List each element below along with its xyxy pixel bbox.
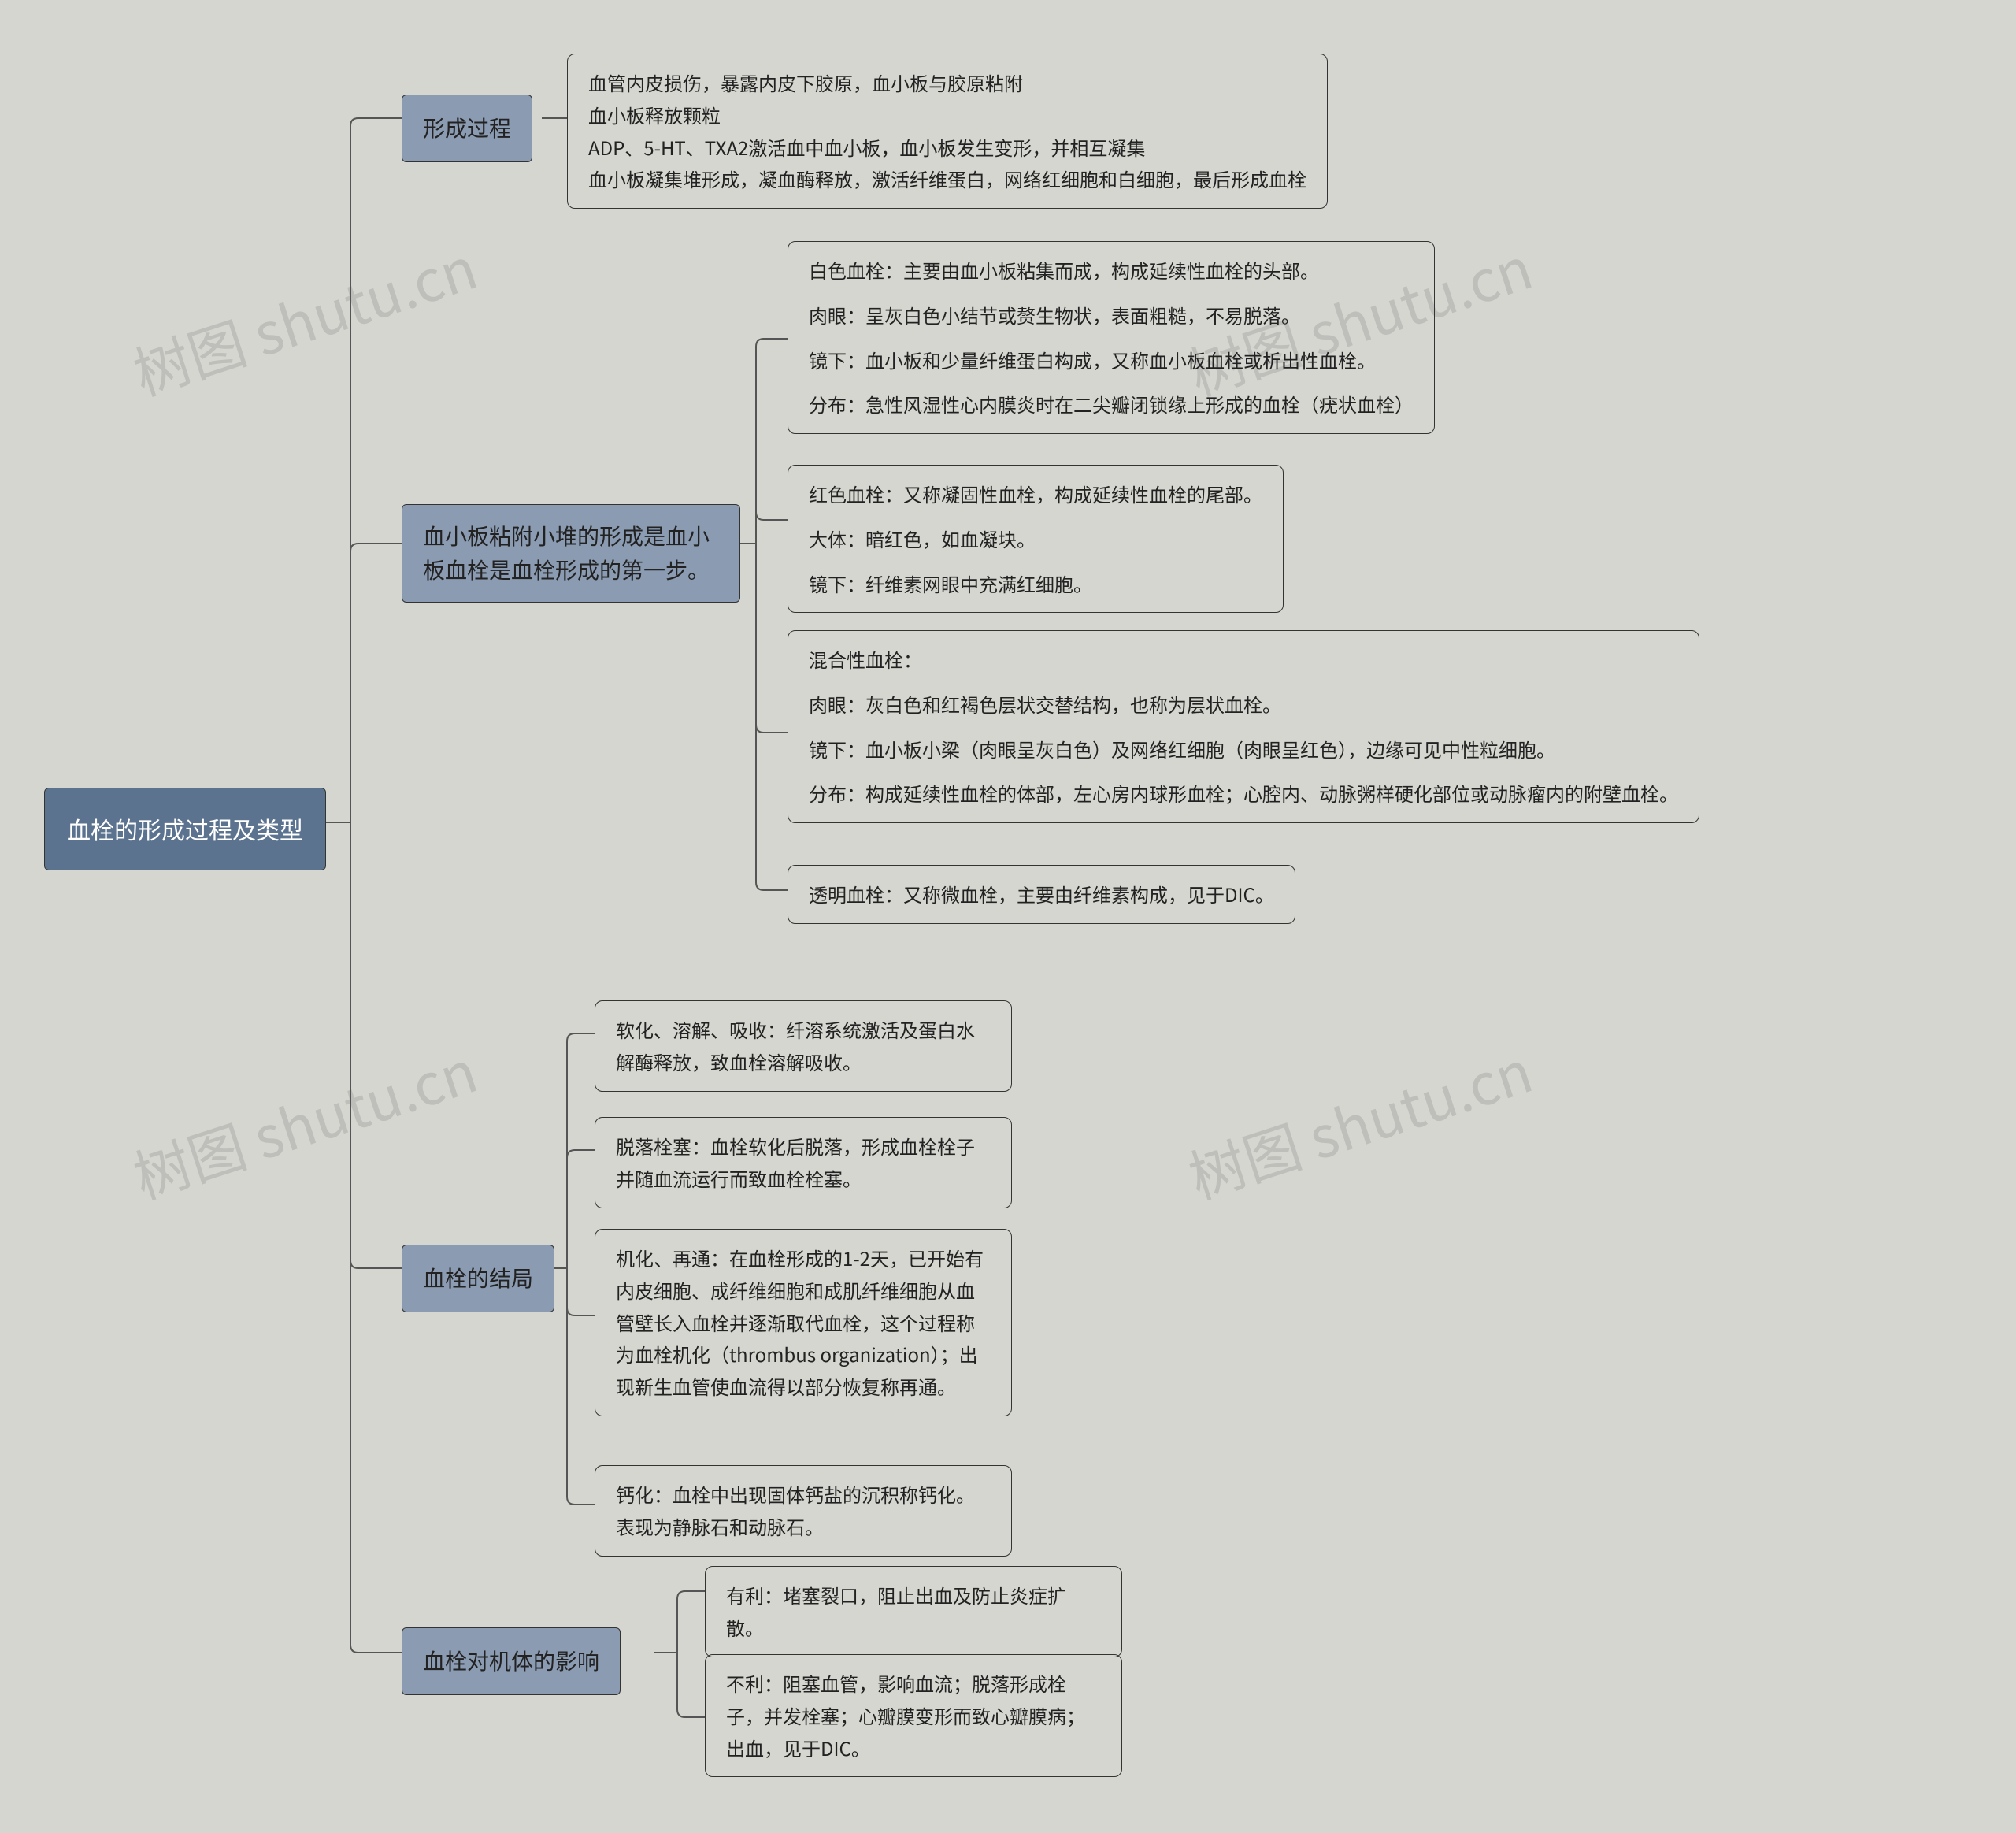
leaf-effect-good[interactable]: 有利：堵塞裂口，阻止出血及防止炎症扩散。 <box>705 1566 1122 1657</box>
root-title: 血栓的形成过程及类型 <box>67 811 303 846</box>
watermark: 树图 shutu.cn <box>122 223 486 411</box>
text: 肉眼：灰白色和红褐色层状交替结构，也称为层状血栓。 <box>809 688 1678 721</box>
leaf-formation-detail[interactable]: 血管内皮损伤，暴露内皮下胶原，血小板与胶原粘附 血小板释放颗粒 ADP、5-HT… <box>567 54 1328 209</box>
branch-formation[interactable]: 形成过程 <box>402 95 532 162</box>
text: 血小板凝集堆形成，凝血酶释放，激活纤维蛋白，网络红细胞和白细胞，最后形成血栓 <box>588 163 1306 195</box>
branch-formation-label: 形成过程 <box>423 112 511 143</box>
text: 血小板释放颗粒 <box>588 99 1306 132</box>
text: 脱落栓塞：血栓软化后脱落，形成血栓栓子并随血流运行而致血栓栓塞。 <box>616 1132 975 1192</box>
branch-types[interactable]: 血小板粘附小堆的形成是血小板血栓是血栓形成的第一步。 <box>402 504 740 603</box>
text: 镜下：纤维素网眼中充满红细胞。 <box>809 568 1262 600</box>
text: 透明血栓：又称微血栓，主要由纤维素构成，见于DIC。 <box>809 880 1274 907</box>
leaf-red-thrombus[interactable]: 红色血栓：又称凝固性血栓，构成延续性血栓的尾部。 大体：暗红色，如血凝块。 镜下… <box>788 465 1284 613</box>
leaf-outcome-detach[interactable]: 脱落栓塞：血栓软化后脱落，形成血栓栓子并随血流运行而致血栓栓塞。 <box>595 1117 1012 1208</box>
text: 机化、再通：在血栓形成的1-2天，已开始有内皮细胞、成纤维细胞和成肌纤维细胞从血… <box>616 1244 984 1400</box>
text: 钙化：血栓中出现固体钙盐的沉积称钙化。表现为静脉石和动脉石。 <box>616 1480 975 1540</box>
text: 不利：阻塞血管，影响血流；脱落形成栓子，并发栓塞；心瓣膜变形而致心瓣膜病；出血，… <box>726 1669 1085 1761</box>
text: 分布：构成延续性血栓的体部，左心房内球形血栓；心腔内、动脉粥样硬化部位或动脉瘤内… <box>809 777 1678 810</box>
leaf-outcome-organize[interactable]: 机化、再通：在血栓形成的1-2天，已开始有内皮细胞、成纤维细胞和成肌纤维细胞从血… <box>595 1229 1012 1416</box>
branch-outcome-label: 血栓的结局 <box>423 1262 533 1293</box>
leaf-transparent-thrombus[interactable]: 透明血栓：又称微血栓，主要由纤维素构成，见于DIC。 <box>788 865 1295 924</box>
leaf-effect-bad[interactable]: 不利：阻塞血管，影响血流；脱落形成栓子，并发栓塞；心瓣膜变形而致心瓣膜病；出血，… <box>705 1654 1122 1777</box>
text: 大体：暗红色，如血凝块。 <box>809 523 1262 555</box>
root-node[interactable]: 血栓的形成过程及类型 <box>44 788 326 870</box>
branch-types-label: 血小板粘附小堆的形成是血小板血栓是血栓形成的第一步。 <box>423 520 710 585</box>
text: 白色血栓：主要由血小板粘集而成，构成延续性血栓的头部。 <box>809 254 1414 287</box>
text: 肉眼：呈灰白色小结节或赘生物状，表面粗糙，不易脱落。 <box>809 299 1414 332</box>
watermark: 树图 shutu.cn <box>122 1026 486 1215</box>
text: 有利：堵塞裂口，阻止出血及防止炎症扩散。 <box>726 1581 1066 1641</box>
branch-effect[interactable]: 血栓对机体的影响 <box>402 1627 621 1695</box>
watermark: 树图 shutu.cn <box>1177 1026 1541 1215</box>
text: ADP、5-HT、TXA2激活血中血小板，血小板发生变形，并相互凝集 <box>588 132 1306 164</box>
text: 红色血栓：又称凝固性血栓，构成延续性血栓的尾部。 <box>809 478 1262 510</box>
leaf-outcome-dissolve[interactable]: 软化、溶解、吸收：纤溶系统激活及蛋白水解酶释放，致血栓溶解吸收。 <box>595 1000 1012 1092</box>
text: 血管内皮损伤，暴露内皮下胶原，血小板与胶原粘附 <box>588 67 1306 99</box>
text: 镜下：血小板小梁（肉眼呈灰白色）及网络红细胞（肉眼呈红色），边缘可见中性粒细胞。 <box>809 733 1678 766</box>
text: 软化、溶解、吸收：纤溶系统激活及蛋白水解酶释放，致血栓溶解吸收。 <box>616 1015 975 1075</box>
text: 混合性血栓： <box>809 644 1678 676</box>
text: 分布：急性风湿性心内膜炎时在二尖瓣闭锁缘上形成的血栓（疣状血栓） <box>809 388 1414 421</box>
branch-outcome[interactable]: 血栓的结局 <box>402 1245 554 1312</box>
leaf-outcome-calcify[interactable]: 钙化：血栓中出现固体钙盐的沉积称钙化。表现为静脉石和动脉石。 <box>595 1465 1012 1557</box>
leaf-white-thrombus[interactable]: 白色血栓：主要由血小板粘集而成，构成延续性血栓的头部。 肉眼：呈灰白色小结节或赘… <box>788 241 1435 434</box>
branch-effect-label: 血栓对机体的影响 <box>423 1645 599 1676</box>
text: 镜下：血小板和少量纤维蛋白构成，又称血小板血栓或析出性血栓。 <box>809 344 1414 377</box>
leaf-mixed-thrombus[interactable]: 混合性血栓： 肉眼：灰白色和红褐色层状交替结构，也称为层状血栓。 镜下：血小板小… <box>788 630 1699 823</box>
